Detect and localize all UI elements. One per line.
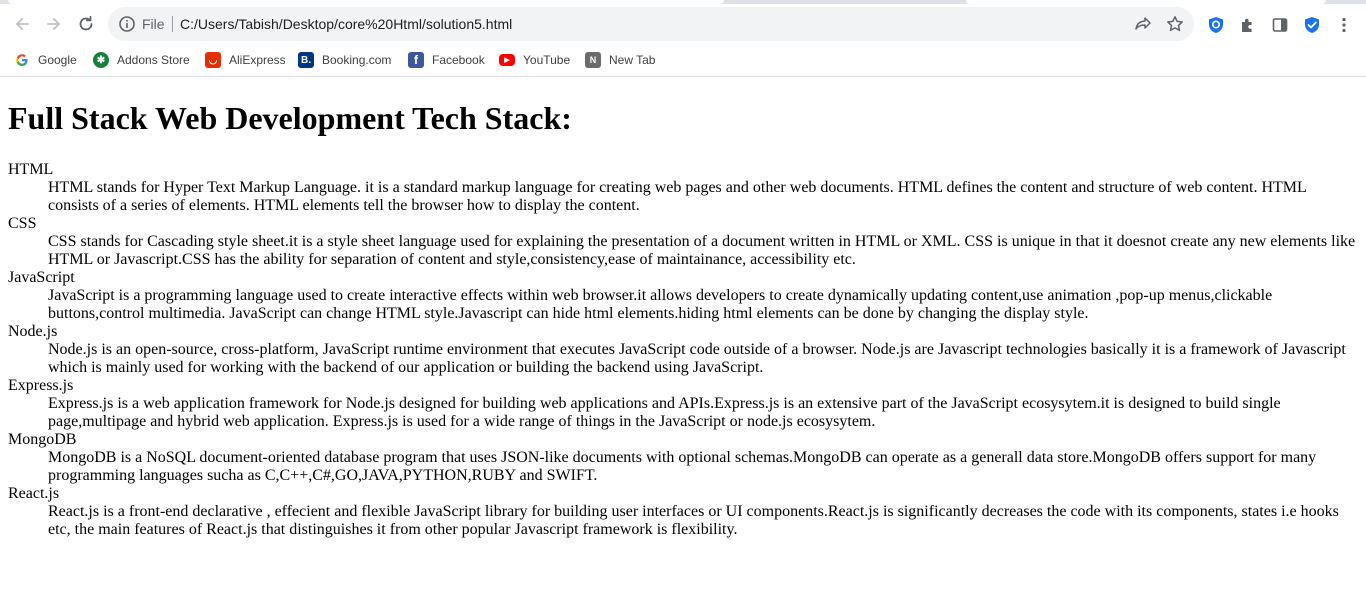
scheme-label: File [142,16,165,32]
term-css: CSS [8,215,37,232]
shield-icon [1209,17,1223,33]
youtube-icon: ▶ [499,54,515,66]
term-mongodb: MongoDB [8,431,77,448]
share-icon [1135,17,1151,30]
bookmark-addons-store[interactable]: ✱ Addons Store [93,50,190,70]
description-expressjs: Express.js is a web application framewor… [48,395,1281,430]
bookmark-youtube[interactable]: ▶ YouTube [499,50,570,70]
new-tab-icon: N [585,52,601,68]
bookmark-google[interactable]: Google [14,50,77,70]
omnibox-divider [172,16,173,32]
kebab-menu-icon [1342,17,1346,33]
bookmark-label: Facebook [432,53,485,67]
bookmark-facebook[interactable]: f Facebook [408,50,485,70]
bookmark-label: Booking.com [322,53,392,67]
security-extension-button[interactable] [1301,14,1323,36]
extension-shield-button[interactable] [1205,14,1227,36]
description-mongodb: MongoDB is a NoSQL document-oriented dat… [48,449,1317,484]
bookmark-star-button[interactable] [1164,13,1186,35]
back-button[interactable] [8,10,36,38]
info-icon[interactable] [118,15,136,33]
extensions-button[interactable] [1237,14,1259,36]
bookmark-new-tab[interactable]: N New Tab [585,50,655,70]
term-nodejs: Node.js [8,323,58,340]
menu-button[interactable] [1333,14,1355,36]
description-nodejs: Node.js is an open-source, cross-platfor… [48,341,1346,376]
star-icon [1167,16,1183,32]
bookmark-label: YouTube [523,53,571,67]
back-arrow-icon [16,18,29,30]
page-title: Full Stack Web Development Tech Stack: [8,100,572,136]
google-icon [14,52,30,68]
addons-store-icon: ✱ [93,52,109,68]
booking-icon: B. [298,52,314,68]
term-expressjs: Express.js [8,377,74,394]
address-bar[interactable]: File C:/Users/Tabish/Desktop/core%20Html… [108,7,1194,41]
page-content: Full Stack Web Development Tech Stack: H… [0,78,1366,602]
description-html: HTML stands for Hyper Text Markup Langua… [48,179,1307,214]
facebook-icon: f [408,52,424,68]
description-javascript: JavaScript is a programming language use… [48,287,1273,322]
term-html: HTML [8,161,54,178]
forward-arrow-icon [47,18,60,30]
side-panel-icon [1272,18,1288,32]
share-button[interactable] [1132,13,1154,35]
puzzle-icon [1242,18,1252,32]
bookmark-label: Addons Store [117,53,190,67]
aliexpress-icon: ◡ [205,52,221,68]
tech-stack-list: HTML HTML stands for Hyper Text Markup L… [8,161,1358,539]
reload-button[interactable] [72,10,100,38]
forward-button[interactable] [40,10,68,38]
reload-icon [79,15,93,31]
check-shield-icon [1305,17,1319,33]
description-reactjs: React.js is a front-end declarative , ef… [48,503,1339,538]
bookmarks-bar: Google ✱ Addons Store ◡ AliExpress B. Bo… [0,44,1366,77]
description-css: CSS stands for Cascading style sheet.it … [48,233,1356,268]
bookmark-aliexpress[interactable]: ◡ AliExpress [205,50,286,70]
term-reactjs: React.js [8,485,60,502]
url-text[interactable]: C:/Users/Tabish/Desktop/core%20Html/solu… [180,16,512,32]
browser-toolbar: File C:/Users/Tabish/Desktop/core%20Html… [0,4,1366,44]
term-javascript: JavaScript [8,269,75,286]
bookmark-label: AliExpress [229,53,286,67]
bookmark-label: Google [38,53,77,67]
bookmark-label: New Tab [609,53,656,67]
bookmark-booking[interactable]: B. Booking.com [298,50,391,70]
side-panel-button[interactable] [1269,14,1291,36]
